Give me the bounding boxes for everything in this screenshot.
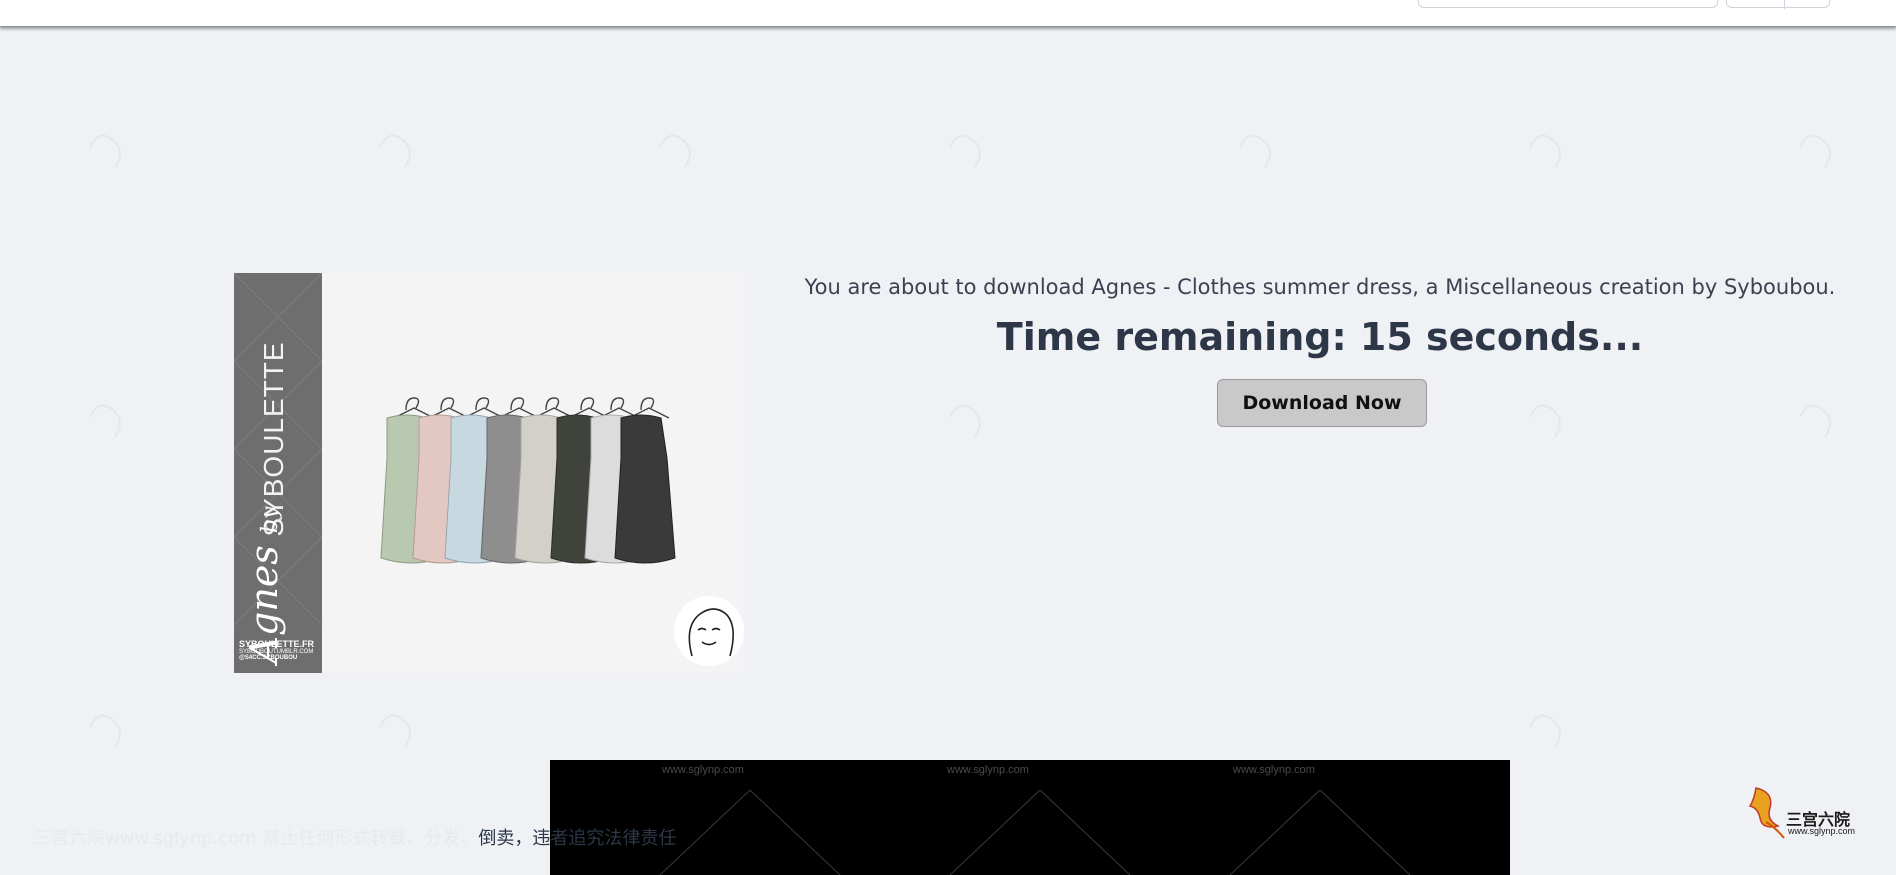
site-logo[interactable]: 三宫六院 www.sglynp.com (1744, 778, 1874, 846)
video-watermark-2: www.sglynp.com (947, 764, 1029, 776)
download-now-button[interactable]: Download Now (1217, 379, 1427, 427)
search-input[interactable] (1418, 0, 1718, 8)
top-navigation-bar (0, 0, 1896, 27)
video-watermark-3: www.sglynp.com (1233, 764, 1315, 776)
video-watermark-1: www.sglynp.com (662, 764, 744, 776)
countdown-timer: Time remaining: 15 seconds... (996, 315, 1644, 359)
copyright-notice-dim: 三宫六院www.sglynp.com 禁止任何形式转载、分发、 (33, 828, 479, 849)
banner-footer-handle: @S4CC.SYBOUBOU (239, 655, 298, 661)
logo-url: www.sglynp.com (1788, 826, 1856, 836)
product-preview-image: SYBOULETTE Agnes by SYBOULETTE.FR SYBOUB… (234, 273, 744, 673)
product-banner: SYBOULETTE Agnes by SYBOULETTE.FR SYBOUB… (234, 273, 322, 673)
dresses-illustration (380, 397, 676, 564)
copyright-notice-main: 倒卖，违者追究法律责任 (478, 828, 677, 849)
creator-avatar (674, 596, 744, 666)
embedded-video-player[interactable]: www.sglynp.com www.sglynp.com www.sglynp… (550, 760, 1510, 875)
dress-row (380, 414, 676, 564)
avatar-face-icon (688, 608, 734, 657)
header-button-group[interactable] (1726, 0, 1830, 9)
download-message: You are about to download Agnes - Clothe… (804, 275, 1836, 299)
banner-footer-site: SYBOULETTE.FR (239, 639, 315, 649)
banner-footer: SYBOULETTE.FR SYBOUBOUTUMBLR.COM @S4CC.S… (239, 639, 319, 661)
banner-script-by: by (258, 506, 283, 534)
video-pattern-icon (659, 789, 1411, 875)
copyright-notice: 三宫六院www.sglynp.com 禁止任何形式转载、分发、倒卖，违者追究法律… (33, 824, 753, 850)
